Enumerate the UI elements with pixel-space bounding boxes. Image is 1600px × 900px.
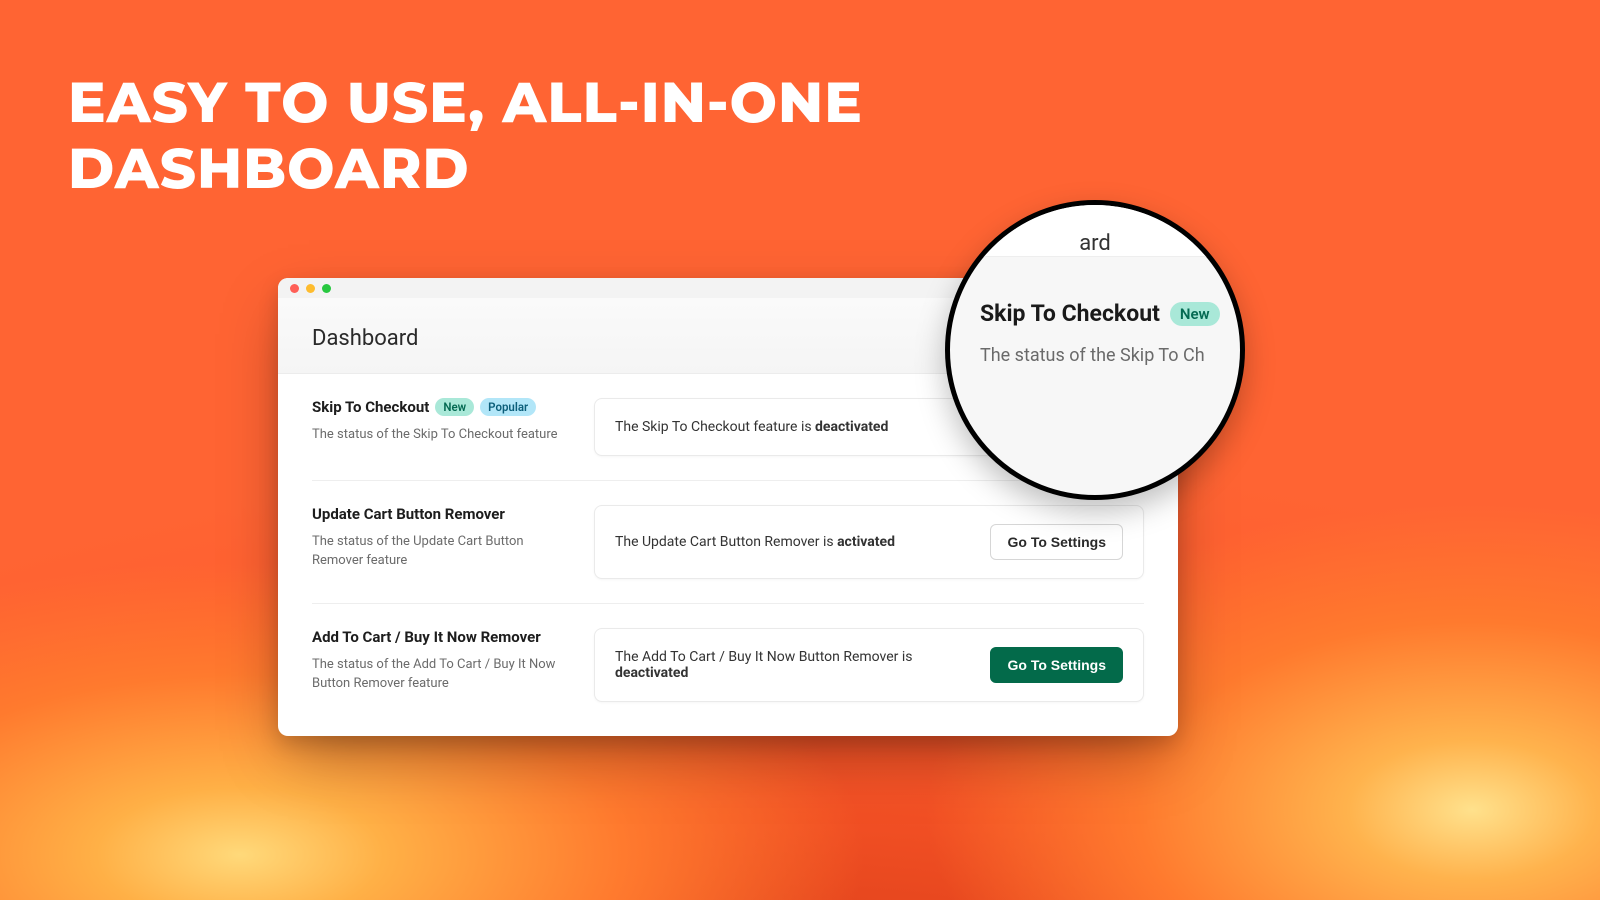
feature-row: Update Cart Button Remover The status of … xyxy=(312,480,1144,603)
feature-desc: The status of the Update Cart Button Rem… xyxy=(312,533,566,571)
go-to-settings-button[interactable]: Go To Settings xyxy=(990,524,1123,560)
headline-line-1: EASY TO USE, ALL-IN-ONE xyxy=(68,69,863,137)
feature-meta: Add To Cart / Buy It Now Remover The stat… xyxy=(312,628,566,694)
badge-popular: Popular xyxy=(480,398,536,416)
feature-status-word: deactivated xyxy=(815,419,888,435)
feature-status-text: The Update Cart Button Remover is activa… xyxy=(615,534,895,550)
feature-status-text: The Add To Cart / Buy It Now Button Remo… xyxy=(615,649,974,681)
lens-feature-title: Skip To Checkout New xyxy=(980,300,1240,327)
feature-title-text: Skip To Checkout xyxy=(312,398,429,416)
feature-desc: The status of the Add To Cart / Buy It N… xyxy=(312,656,566,694)
window-close-icon[interactable] xyxy=(290,284,299,293)
feature-status-text: The Skip To Checkout feature is deactiva… xyxy=(615,419,888,435)
feature-desc: The status of the Skip To Checkout featu… xyxy=(312,426,566,445)
feature-row: Add To Cart / Buy It Now Remover The stat… xyxy=(312,603,1144,726)
window-zoom-icon[interactable] xyxy=(322,284,331,293)
feature-status-word: activated xyxy=(837,534,895,550)
magnifier-lens: ard Skip To Checkout New The status of t… xyxy=(945,200,1245,500)
lens-title-text: Skip To Checkout xyxy=(980,300,1160,327)
feature-status-card: The Update Cart Button Remover is activa… xyxy=(594,505,1144,579)
lens-badge-new: New xyxy=(1170,302,1220,326)
feature-title: Add To Cart / Buy It Now Remover xyxy=(312,628,566,646)
feature-title-text: Add To Cart / Buy It Now Remover xyxy=(312,628,541,646)
marketing-headline: EASY TO USE, ALL-IN-ONE DASHBOARD xyxy=(68,70,863,202)
badge-new: New xyxy=(435,398,474,416)
feature-title: Skip To Checkout New Popular xyxy=(312,398,566,416)
feature-title: Update Cart Button Remover xyxy=(312,505,566,523)
feature-meta: Update Cart Button Remover The status of … xyxy=(312,505,566,571)
feature-meta: Skip To Checkout New Popular The status of … xyxy=(312,398,566,445)
feature-title-text: Update Cart Button Remover xyxy=(312,505,505,523)
feature-status-card: The Add To Cart / Buy It Now Button Remo… xyxy=(594,628,1144,702)
lens-feature-desc: The status of the Skip To Ch xyxy=(980,345,1240,366)
feature-status-word: deactivated xyxy=(615,665,688,681)
lens-peek-text: ard xyxy=(950,205,1240,257)
window-minimize-icon[interactable] xyxy=(306,284,315,293)
headline-line-2: DASHBOARD xyxy=(68,135,470,203)
go-to-settings-button[interactable]: Go To Settings xyxy=(990,647,1123,683)
